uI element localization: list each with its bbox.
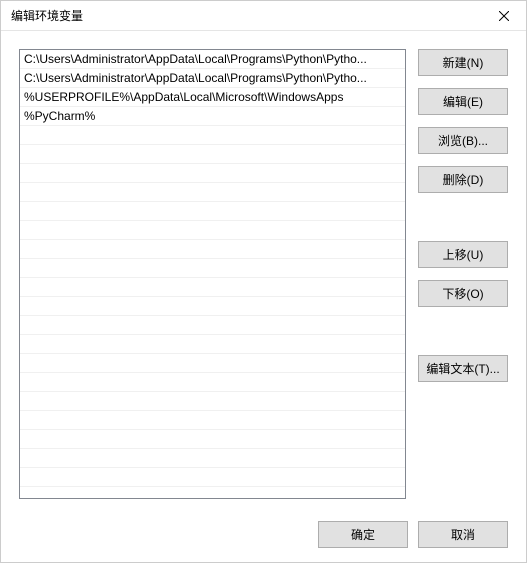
delete-button[interactable]: 删除(D) xyxy=(418,166,508,193)
list-item-empty[interactable]: . xyxy=(20,240,405,259)
new-button[interactable]: 新建(N) xyxy=(418,49,508,76)
list-item-empty[interactable]: . xyxy=(20,411,405,430)
path-listbox[interactable]: C:\Users\Administrator\AppData\Local\Pro… xyxy=(19,49,406,499)
move-down-button[interactable]: 下移(O) xyxy=(418,280,508,307)
list-item-empty[interactable]: . xyxy=(20,449,405,468)
list-item-empty[interactable]: . xyxy=(20,164,405,183)
list-item-empty[interactable]: . xyxy=(20,202,405,221)
close-icon xyxy=(499,11,509,21)
list-item-empty[interactable]: . xyxy=(20,373,405,392)
list-item-empty[interactable]: . xyxy=(20,278,405,297)
edit-text-button[interactable]: 编辑文本(T)... xyxy=(418,355,508,382)
cancel-button[interactable]: 取消 xyxy=(418,521,508,548)
list-item[interactable]: %USERPROFILE%\AppData\Local\Microsoft\Wi… xyxy=(20,88,405,107)
side-button-panel: 新建(N) 编辑(E) 浏览(B)... 删除(D) 上移(U) 下移(O) 编… xyxy=(418,49,508,499)
list-item-empty[interactable]: . xyxy=(20,259,405,278)
list-item-empty[interactable]: . xyxy=(20,126,405,145)
edit-button[interactable]: 编辑(E) xyxy=(418,88,508,115)
dialog-content: C:\Users\Administrator\AppData\Local\Pro… xyxy=(1,31,526,509)
list-item-empty[interactable]: . xyxy=(20,221,405,240)
dialog-footer: 确定 取消 xyxy=(1,509,526,566)
list-item-empty[interactable]: . xyxy=(20,430,405,449)
list-item[interactable]: C:\Users\Administrator\AppData\Local\Pro… xyxy=(20,50,405,69)
ok-button[interactable]: 确定 xyxy=(318,521,408,548)
browse-button[interactable]: 浏览(B)... xyxy=(418,127,508,154)
move-up-button[interactable]: 上移(U) xyxy=(418,241,508,268)
list-item-empty[interactable]: . xyxy=(20,335,405,354)
list-item-empty[interactable]: . xyxy=(20,354,405,373)
list-item-empty[interactable]: . xyxy=(20,297,405,316)
window-title: 编辑环境变量 xyxy=(11,7,481,24)
list-item-empty[interactable]: . xyxy=(20,468,405,487)
titlebar: 编辑环境变量 xyxy=(1,1,526,31)
list-item-empty[interactable]: . xyxy=(20,392,405,411)
close-button[interactable] xyxy=(481,1,526,31)
list-item[interactable]: %PyCharm% xyxy=(20,107,405,126)
list-item-empty[interactable]: . xyxy=(20,183,405,202)
list-item[interactable]: C:\Users\Administrator\AppData\Local\Pro… xyxy=(20,69,405,88)
list-item-empty[interactable]: . xyxy=(20,145,405,164)
list-item-empty[interactable]: . xyxy=(20,316,405,335)
